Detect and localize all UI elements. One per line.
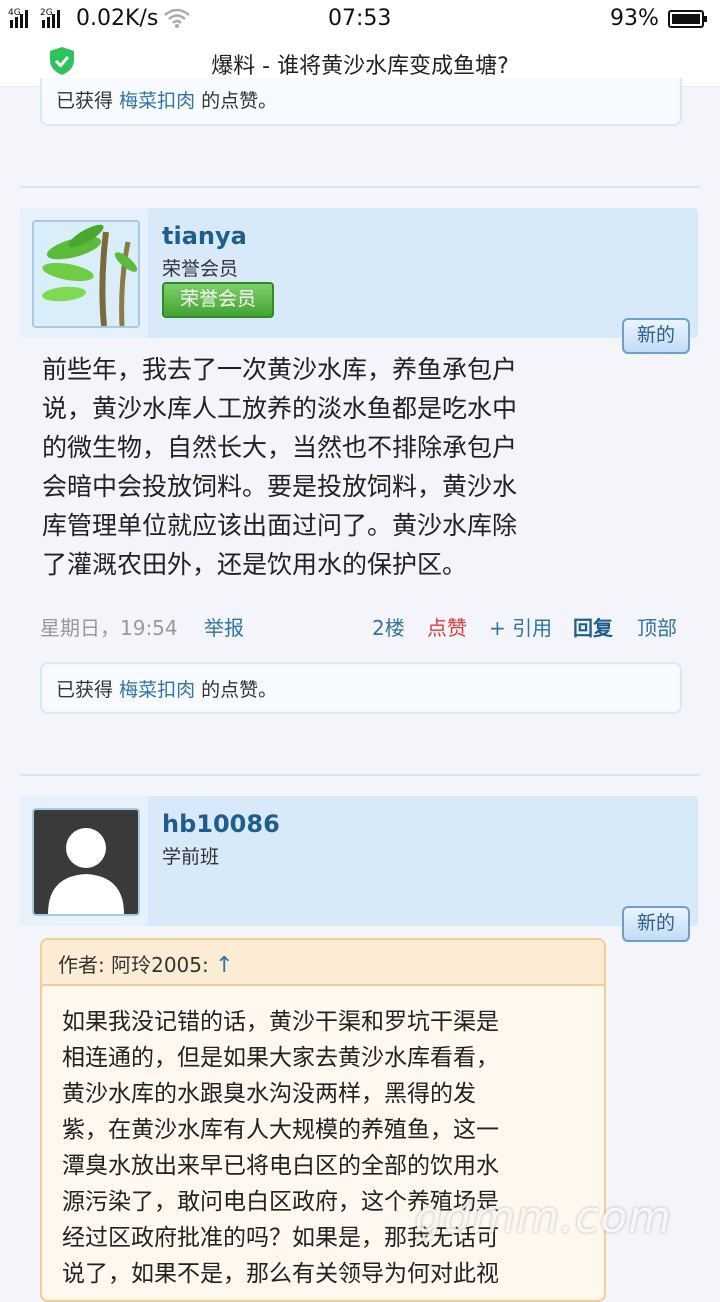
default-user-avatar-icon bbox=[34, 810, 138, 914]
arrow-up-icon[interactable]: ↑ bbox=[215, 953, 233, 978]
like-info-text: 已获得 梅菜扣肉 的点赞。 bbox=[56, 90, 278, 112]
post-user-header: hb10086 学前班 bbox=[20, 796, 698, 926]
like-info-text: 已获得 梅菜扣肉 的点赞。 bbox=[56, 679, 278, 701]
quote-line: 如果我没记错的话，黄沙干渠和罗坑干渠是 bbox=[62, 1009, 499, 1035]
like-button[interactable]: 点赞 bbox=[427, 612, 467, 641]
like-info-box: 已获得 梅菜扣肉 的点赞。 bbox=[40, 78, 682, 126]
status-bar: 4G 2G 0.02K/s 07:53 93% bbox=[0, 0, 720, 38]
top-button[interactable]: 顶部 bbox=[637, 612, 677, 641]
quote-line: 相连通的，但是如果大家去黄沙水库看看， bbox=[62, 1045, 499, 1071]
signal-icon: 4G 2G bbox=[8, 6, 68, 34]
quote-text: 如果我没记错的话，黄沙干渠和罗坑干渠是 相连通的，但是如果大家去黄沙水库看看， … bbox=[62, 1004, 586, 1292]
rank-badge: 荣誉会员 bbox=[162, 282, 274, 318]
wifi-icon bbox=[164, 8, 190, 32]
quote-line: 说了，如果不是，那么有关领导为何对此视 bbox=[62, 1261, 499, 1287]
quote-line: 紫，在黄沙水库有人大规模的养殖鱼，这一 bbox=[62, 1117, 499, 1143]
reply-button[interactable]: 回复 bbox=[573, 612, 613, 641]
user-avatar[interactable] bbox=[32, 808, 140, 916]
site-watermark: gdmm.com bbox=[414, 1192, 672, 1243]
post-line: 会暗中会投放饲料。要是投放饲料，黄沙水 bbox=[42, 472, 518, 501]
new-button[interactable]: 新的 bbox=[622, 318, 690, 354]
avatar-column bbox=[20, 208, 148, 338]
liker-link[interactable]: 梅菜扣肉 bbox=[119, 679, 195, 701]
quote-header: 作者: 阿玲2005: ↑ bbox=[42, 940, 604, 986]
quote-box: 作者: 阿玲2005: ↑ 如果我没记错的话，黄沙干渠和罗坑干渠是 相连通的，但… bbox=[40, 938, 606, 1302]
post-line: 了灌溉农田外，还是饮用水的保护区。 bbox=[42, 550, 468, 579]
quote-line: 潭臭水放出来早已将电白区的全部的饮用水 bbox=[62, 1153, 499, 1179]
username[interactable]: tianya bbox=[162, 222, 247, 250]
post-divider bbox=[20, 774, 700, 776]
quote-line: 黄沙水库的水跟臭水沟没两样，黑得的发 bbox=[62, 1081, 476, 1107]
bamboo-avatar-icon bbox=[34, 222, 138, 326]
user-rank: 学前班 bbox=[162, 846, 220, 868]
quote-button[interactable]: + 引用 bbox=[489, 612, 552, 641]
like-info-box: 已获得 梅菜扣肉 的点赞。 bbox=[40, 662, 682, 714]
post-divider bbox=[20, 186, 700, 188]
page-title: 爆料 - 谁将黄沙水库变成鱼塘? bbox=[211, 54, 509, 79]
post-body: 前些年，我去了一次黄沙水库，养鱼承包户 说，黄沙水库人工放养的淡水鱼都是吃水中 … bbox=[42, 350, 612, 584]
svg-text:4G: 4G bbox=[8, 8, 21, 18]
clock: 07:53 bbox=[328, 6, 392, 31]
svg-text:2G: 2G bbox=[40, 8, 53, 18]
post-line: 说，黄沙水库人工放养的淡水鱼都是吃水中 bbox=[42, 394, 518, 423]
post-line: 前些年，我去了一次黄沙水库，养鱼承包户 bbox=[42, 355, 518, 384]
username[interactable]: hb10086 bbox=[162, 810, 280, 838]
report-link[interactable]: 举报 bbox=[204, 612, 244, 641]
user-avatar[interactable] bbox=[32, 220, 140, 328]
battery-percent: 93% bbox=[610, 6, 659, 31]
liker-link[interactable]: 梅菜扣肉 bbox=[119, 90, 195, 112]
network-speed: 0.02K/s bbox=[76, 6, 159, 31]
post-line: 库管理单位就应该出面过问了。黄沙水库除 bbox=[42, 511, 518, 540]
quote-author: 作者: 阿玲2005: ↑ bbox=[58, 953, 234, 978]
user-rank: 荣誉会员 bbox=[162, 258, 239, 280]
avatar-column bbox=[20, 796, 148, 926]
floor-number[interactable]: 2楼 bbox=[372, 612, 405, 641]
post-line: 的微生物，自然长大，当然也不排除承包户 bbox=[42, 433, 518, 462]
battery-icon bbox=[668, 10, 708, 32]
post-date: 星期日，19:54 bbox=[40, 616, 178, 640]
new-button[interactable]: 新的 bbox=[622, 906, 690, 942]
post-user-header: tianya 荣誉会员 荣誉会员 bbox=[20, 208, 698, 338]
